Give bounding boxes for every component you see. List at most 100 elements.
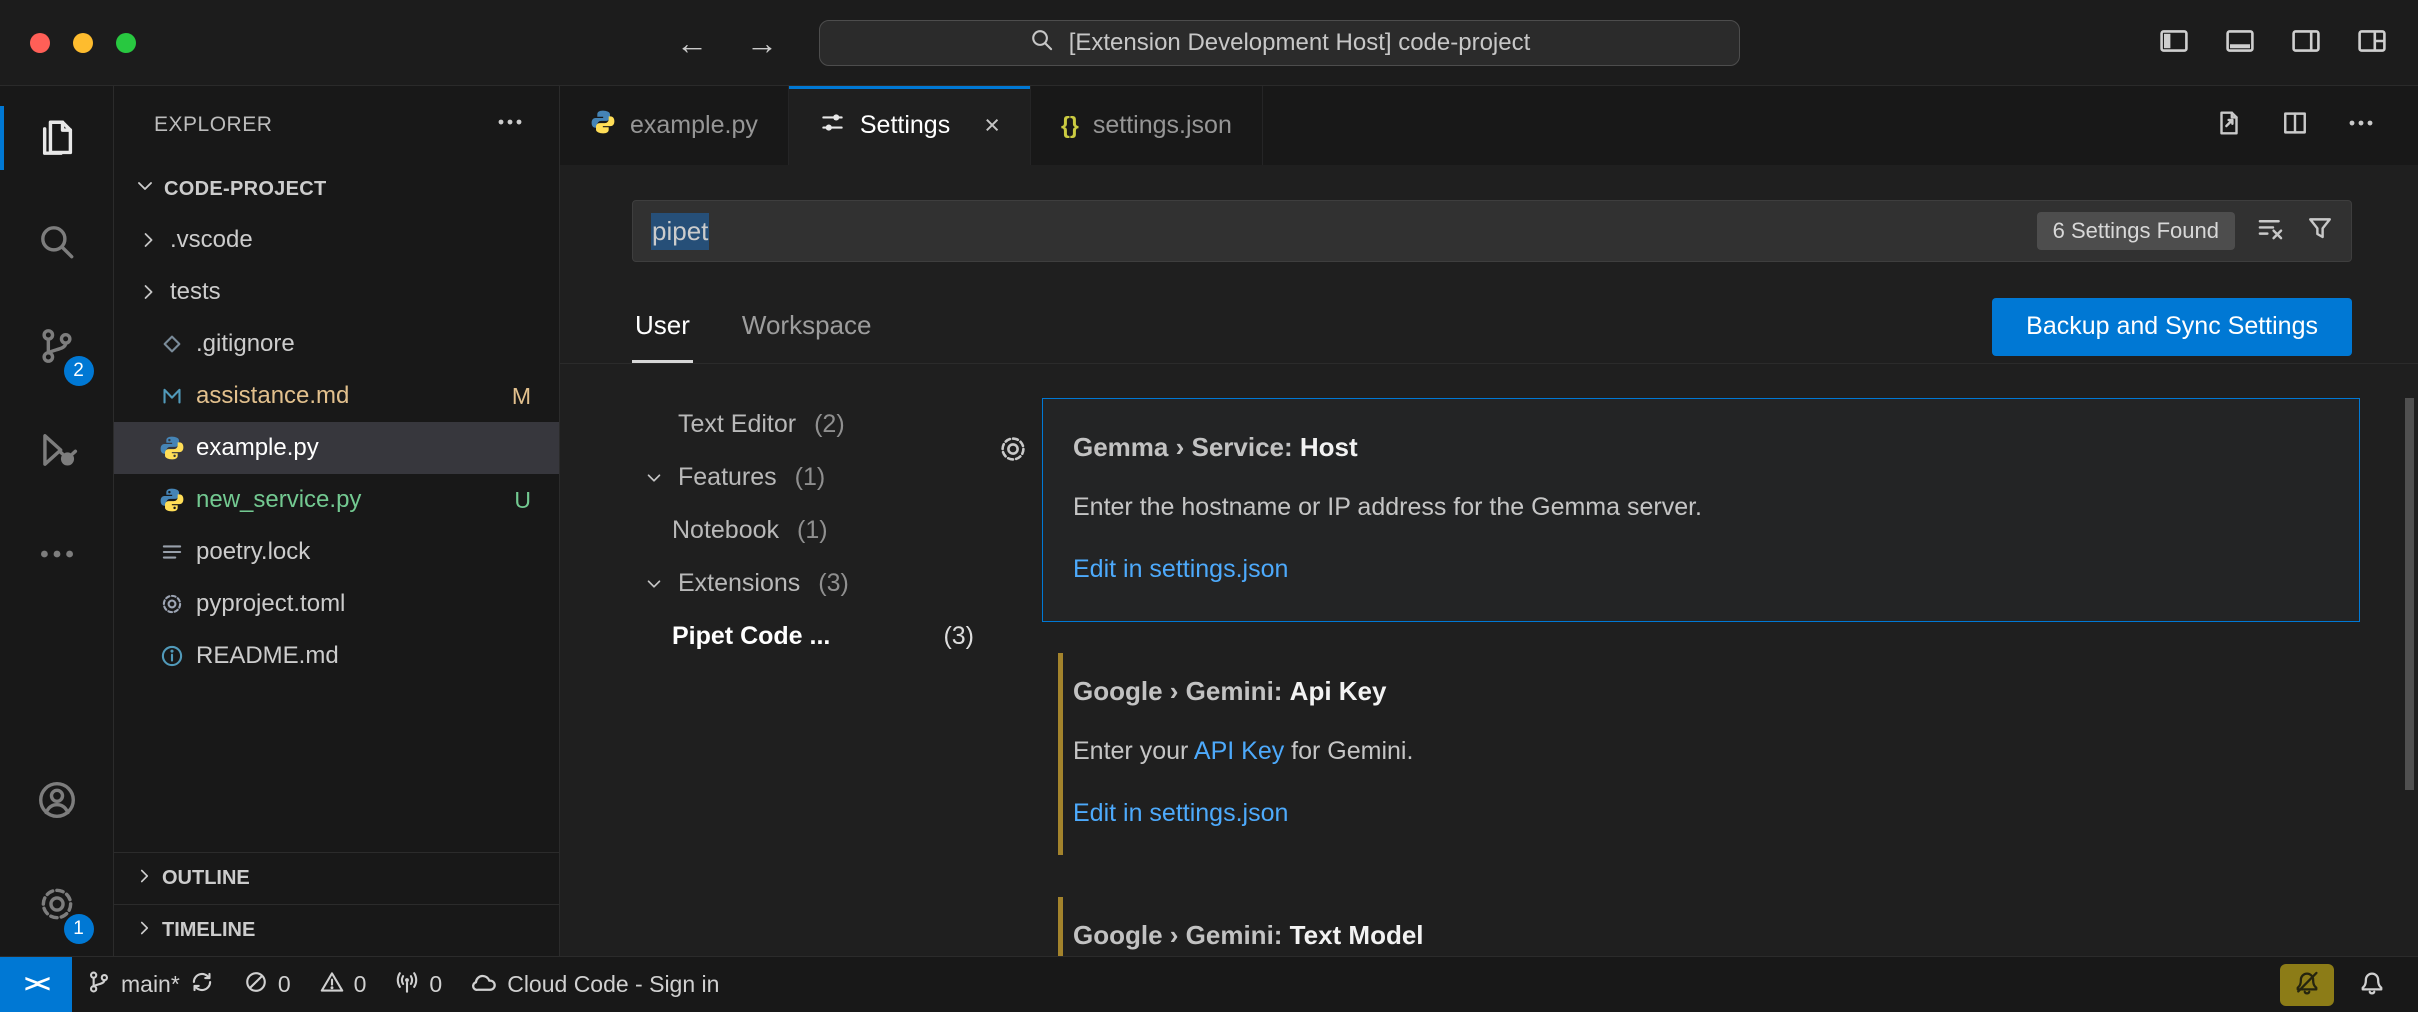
branch-status-item[interactable]: main* [72, 957, 229, 1012]
remote-indicator[interactable]: >< [0, 957, 72, 1012]
tree-item-label: .vscode [170, 226, 253, 254]
minimize-window-button[interactable] [73, 33, 93, 53]
split-editor-icon[interactable] [2280, 108, 2310, 143]
tab-settings-json[interactable]: {} settings.json [1031, 86, 1263, 165]
settings-search-controls: 6 Settings Found [2037, 212, 2335, 250]
outline-section-header[interactable]: OUTLINE [114, 852, 559, 904]
filter-icon[interactable] [2305, 213, 2335, 250]
tree-item-example-py[interactable]: example.py [114, 422, 559, 474]
settings-sliders-icon [819, 109, 846, 143]
setting-description: Enter your API Key for Gemini. [1073, 733, 2329, 769]
setting-description: Enter the hostname or IP address for the… [1073, 489, 2329, 525]
python-file-icon [158, 435, 186, 461]
command-center[interactable]: [Extension Development Host] code-projec… [819, 20, 1740, 66]
notifications-muted-warning-item[interactable] [2280, 964, 2334, 1006]
editor-actions [2214, 86, 2418, 165]
scope-tab-workspace[interactable]: Workspace [739, 290, 875, 363]
toggle-panel-icon[interactable] [2222, 25, 2258, 62]
sync-changes-icon[interactable] [189, 969, 215, 1001]
scope-tab-label: User [635, 310, 690, 341]
setting-row-gemma-service-host[interactable]: Gemma › Service: Host Enter the hostname… [1042, 398, 2360, 622]
api-key-link[interactable]: API Key [1194, 737, 1284, 765]
toc-count: (3) [818, 569, 849, 598]
tab-settings[interactable]: Settings × [789, 86, 1031, 165]
folder-section-label: CODE-PROJECT [164, 178, 327, 201]
cloud-code-status-item[interactable]: Cloud Code - Sign in [456, 957, 733, 1012]
scrollbar-thumb[interactable] [2405, 398, 2414, 790]
additional-views-icon[interactable] [0, 502, 114, 606]
toc-count: (1) [795, 463, 826, 492]
editor-area: example.py Settings × {} settings.json [560, 86, 2418, 956]
setting-row-gemini-text-model[interactable]: Google › Gemini: Text Model [1042, 886, 2360, 956]
toc-label: Features [678, 463, 777, 492]
chevron-down-icon [636, 574, 672, 594]
open-settings-json-icon[interactable] [2214, 108, 2244, 143]
config-file-icon [158, 591, 186, 617]
toc-item-notebook[interactable]: Notebook (1) [636, 504, 980, 557]
outline-label: OUTLINE [162, 867, 250, 890]
folder-section-header[interactable]: CODE-PROJECT [114, 164, 559, 214]
close-window-button[interactable] [30, 33, 50, 53]
git-file-icon [158, 331, 186, 357]
tree-item-readme-md[interactable]: README.md [114, 630, 559, 682]
settings-search-input[interactable]: pipet 6 Settings Found [632, 200, 2352, 262]
setting-gear-icon[interactable] [997, 433, 1029, 470]
ports-status-item[interactable]: 0 [380, 957, 456, 1012]
search-sidebar-icon[interactable] [0, 190, 114, 294]
edit-in-settings-json-link[interactable]: Edit in settings.json [1073, 551, 2329, 587]
toc-item-extensions[interactable]: Extensions (3) [636, 557, 980, 610]
sidebar-bottom-sections: OUTLINE TIMELINE [114, 852, 559, 956]
cloud-icon [470, 968, 498, 1002]
explorer-more-actions-icon[interactable] [495, 107, 525, 143]
timeline-section-header[interactable]: TIMELINE [114, 904, 559, 956]
tree-item-label: poetry.lock [196, 538, 310, 566]
manage-gear-icon[interactable]: 1 [0, 852, 114, 956]
setting-row-gemini-api-key[interactable]: Google › Gemini: Api Key Enter your API … [1042, 642, 2360, 866]
json-file-icon: {} [1061, 112, 1079, 139]
tree-item-tests[interactable]: tests [114, 266, 559, 318]
backup-sync-settings-button[interactable]: Backup and Sync Settings [1992, 298, 2352, 356]
toc-item-pipet-code[interactable]: Pipet Code ... (3) [636, 610, 980, 663]
results-count-badge: 6 Settings Found [2037, 212, 2235, 250]
toc-item-features[interactable]: Features (1) [636, 451, 980, 504]
ports-count: 0 [429, 971, 442, 998]
toggle-primary-sidebar-icon[interactable] [2156, 25, 2192, 62]
tab-example-py[interactable]: example.py [560, 86, 789, 165]
source-control-icon[interactable]: 2 [0, 294, 114, 398]
toc-label: Notebook [672, 516, 779, 545]
tree-item-gitignore[interactable]: .gitignore [114, 318, 559, 370]
scope-tabs: User Workspace [632, 290, 874, 363]
git-status-badge: U [514, 487, 531, 514]
notifications-bell-item[interactable] [2344, 957, 2400, 1012]
history-nav: ← → [676, 0, 778, 86]
settings-list: Gemma › Service: Host Enter the hostname… [1000, 364, 2418, 956]
problems-status-item[interactable]: 0 0 [229, 957, 381, 1012]
tree-item-pyproject-toml[interactable]: pyproject.toml [114, 578, 559, 630]
timeline-label: TIMELINE [162, 919, 255, 942]
tree-item-vscode[interactable]: .vscode [114, 214, 559, 266]
run-debug-icon[interactable] [0, 398, 114, 502]
more-actions-icon[interactable] [2346, 108, 2376, 143]
tree-item-new-service-py[interactable]: new_service.py U [114, 474, 559, 526]
tree-item-poetry-lock[interactable]: poetry.lock [114, 526, 559, 578]
back-button[interactable]: ← [676, 25, 708, 62]
tree-item-label: new_service.py [196, 486, 361, 514]
setting-key: Host [1300, 432, 1358, 462]
close-tab-icon[interactable]: × [984, 110, 1000, 141]
titlebar: ← → [Extension Development Host] code-pr… [0, 0, 2418, 86]
edit-in-settings-json-link[interactable]: Edit in settings.json [1073, 795, 2329, 831]
forward-button[interactable]: → [746, 25, 778, 62]
zoom-window-button[interactable] [116, 33, 136, 53]
customize-layout-icon[interactable] [2354, 25, 2390, 62]
account-icon[interactable] [0, 748, 114, 852]
tree-item-assistance-md[interactable]: assistance.md M [114, 370, 559, 422]
search-icon [1029, 27, 1055, 60]
scope-tab-user[interactable]: User [632, 290, 693, 363]
toggle-secondary-sidebar-icon[interactable] [2288, 25, 2324, 62]
tree-item-label: example.py [196, 434, 319, 462]
setting-category: Google › Gemini: [1073, 676, 1290, 706]
clear-search-icon[interactable] [2255, 213, 2285, 250]
file-tree: .vscode tests .gitignore assistance [114, 214, 559, 852]
explorer-icon[interactable] [0, 86, 114, 190]
toc-item-text-editor[interactable]: Text Editor (2) [636, 398, 980, 451]
